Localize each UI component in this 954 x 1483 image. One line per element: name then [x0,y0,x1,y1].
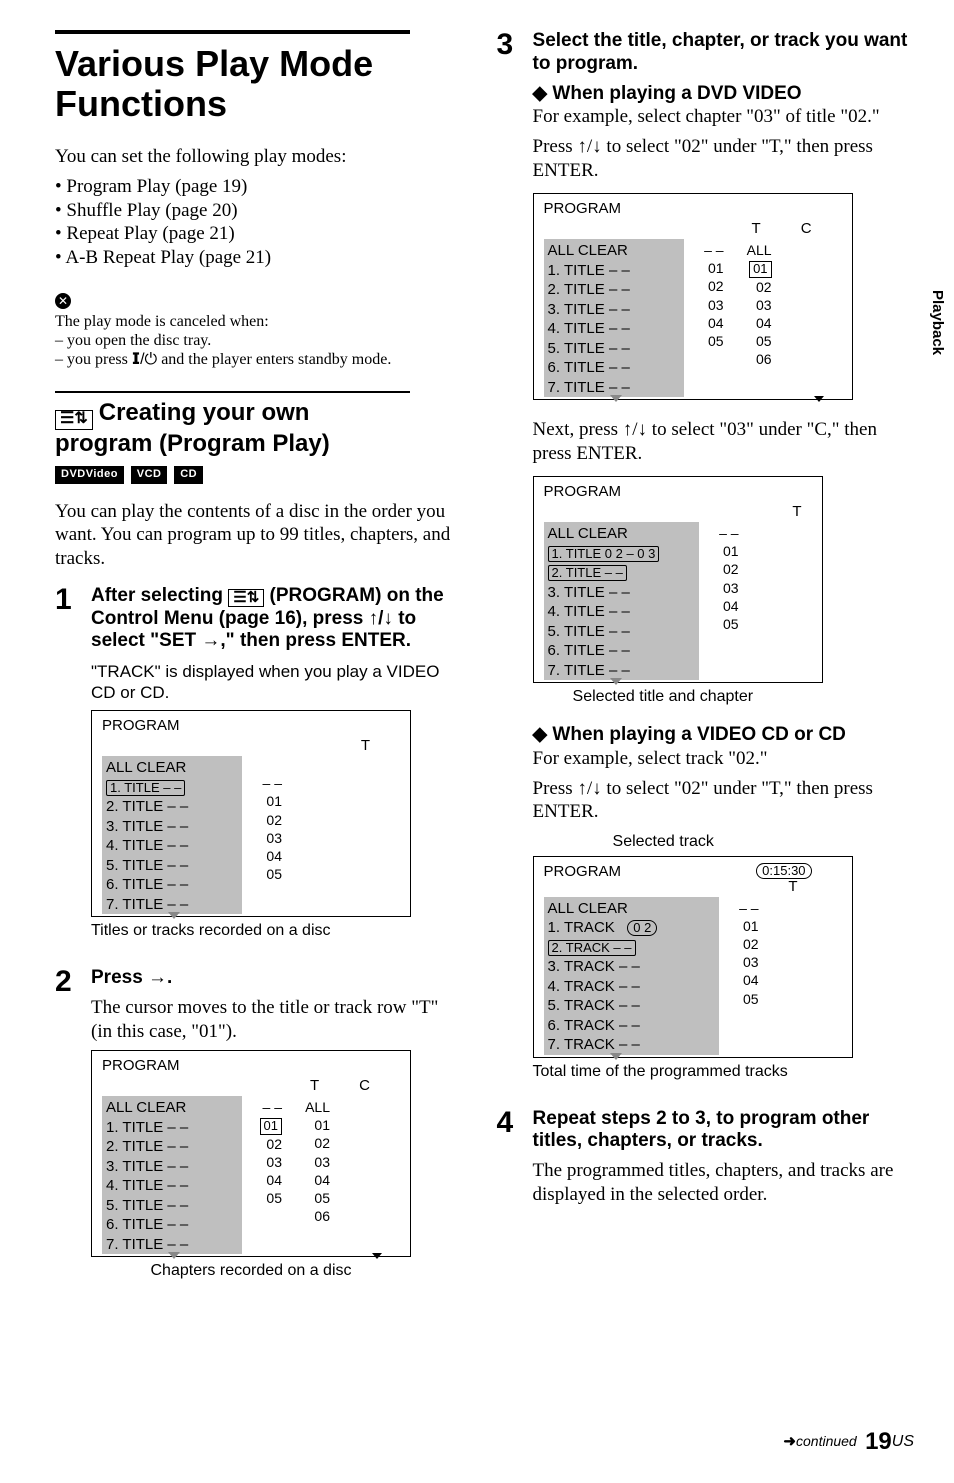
prog-intro: You can play the contents of a disc in t… [55,500,463,571]
screen-list: ALL CLEAR 1. TRACK 0 2 2. TRACK – – 3. T… [544,897,719,1055]
left-column: Various Play Mode Functions You can set … [55,30,463,1307]
mode-list: Program Play (page 19) Shuffle Play (pag… [55,175,463,270]
badge-cd: CD [174,466,203,484]
main-heading: Various Play Mode Functions [55,44,463,123]
caption: Total time of the programmed tracks [533,1062,914,1082]
caption: Selected track [613,832,914,852]
subheading: ☰⇅Creating your own program (Program Pla… [55,399,463,458]
body-text: Press ↑/↓ to select "02" under "T," then… [533,777,914,825]
mode-item: Repeat Play (page 21) [55,222,463,246]
screen-title: PROGRAM [102,1057,400,1076]
scroll-icon [168,912,180,919]
side-tab: Playback [927,290,946,355]
right-column: 3 Select the title, chapter, or track yo… [497,30,914,1307]
screen-program-5: PROGRAM 0:15:30 T ALL CLEAR 1. TRACK 0 2… [533,856,853,1058]
note-item: you open the disc tray. [55,331,463,350]
screen-program-1: PROGRAM T ALL CLEAR 1. TITLE – – 2. TITL… [91,710,411,918]
step-1: 1 After selecting ☰⇅ (PROGRAM) on the Co… [55,585,463,957]
step-number: 3 [497,30,533,60]
mode-item: Program Play (page 19) [55,175,463,199]
program-icon: ☰⇅ [228,589,264,608]
mode-item: A-B Repeat Play (page 21) [55,246,463,270]
screen-list: ALL CLEAR 1. TITLE – – 2. TITLE – – 3. T… [102,1096,242,1254]
note-intro: The play mode is canceled when: [55,313,269,330]
page-number: 19 [865,1428,892,1455]
note-item: you press 𝗜/⏻ and the player enters stan… [55,350,463,369]
screen-title: PROGRAM [544,863,622,882]
format-badges: DVDVideo VCD CD [55,460,463,484]
screen-title: PROGRAM [544,200,842,219]
arrow-icon: ➜ [783,1433,796,1450]
body-text: For example, select chapter "03" of titl… [533,105,914,129]
step-heading: After selecting ☰⇅ (PROGRAM) on the Cont… [91,585,463,653]
screen-col-c: ALL 01 02 03 04 05 06 [282,1096,330,1225]
screen-program-4: PROGRAM T ALL CLEAR 1. TITLE 0 2 – 0 3 2… [533,476,823,684]
screen-col-t: – – 01 02 03 04 05 [719,897,759,1008]
program-icon: ☰⇅ [55,410,93,430]
scroll-icon [814,396,824,402]
step-note: "TRACK" is displayed when you play a VID… [91,661,463,704]
mode-item: Shuffle Play (page 20) [55,199,463,223]
note-block: The play mode is canceled when: you open… [55,312,463,370]
body-text: For example, select track "02." [533,747,914,771]
screen-col-t: – – 01 02 03 04 05 [684,239,724,350]
caption: Titles or tracks recorded on a disc [91,921,463,941]
rule [55,391,410,393]
step-2: 2 Press →. The cursor moves to the title… [55,967,463,1297]
footer: ➜continued 19US [783,1427,914,1457]
highlighted-value: 01 [749,261,771,277]
scroll-icon [610,1053,622,1060]
step-number: 1 [55,585,91,615]
scroll-icon [372,1253,382,1259]
screen-col-t: – – 01 02 03 04 05 [699,522,739,633]
body-text: Next, press ↑/↓ to select "03" under "C,… [533,418,914,466]
highlighted-value: 01 [260,1118,282,1134]
screen-program-3: PROGRAM T C ALL CLEAR 1. TITLE – – 2. TI… [533,193,853,401]
screen-col-t: – – 01 02 03 04 05 [242,1096,282,1207]
screen-list: ALL CLEAR 1. TITLE 0 2 – 0 3 2. TITLE – … [544,522,699,680]
sub-heading: When playing a VIDEO CD or CD [533,723,914,747]
step-body-text: The cursor moves to the title or track r… [91,996,463,1044]
caption: Selected title and chapter [573,687,914,707]
power-icon: 𝗜/⏻ [132,351,157,368]
screen-title: PROGRAM [102,717,400,736]
body-text: Press ↑/↓ to select "02" under "T," then… [533,135,914,183]
step-number: 4 [497,1108,533,1138]
region-label: US [892,1433,914,1450]
step-3: 3 Select the title, chapter, or track yo… [497,30,914,1098]
intro: You can set the following play modes: [55,145,463,169]
badge-dvd: DVDVideo [55,466,124,484]
scroll-icon [610,678,622,685]
screen-col-t: – – 01 02 03 04 05 [242,756,282,883]
screen-list: ALL CLEAR 1. TITLE – – 2. TITLE – – 3. T… [544,239,684,397]
step-heading: Press →. [91,967,463,990]
step-4: 4 Repeat steps 2 to 3, to program other … [497,1108,914,1213]
sub-heading: When playing a DVD VIDEO [533,82,914,106]
body-text: The programmed titles, chapters, and tra… [533,1159,914,1207]
step-number: 2 [55,967,91,997]
highlighted-value: 0 2 [627,920,657,936]
step-heading: Select the title, chapter, or track you … [533,30,914,76]
note-icon: ✕ [55,293,71,309]
scroll-icon [610,395,622,402]
badge-vcd: VCD [131,466,168,484]
screen-col-c: ALL 01 02 03 04 05 06 [724,239,772,368]
screen-title: PROGRAM [544,483,812,502]
screen-list: ALL CLEAR 1. TITLE – – 2. TITLE – – 3. T… [102,756,242,914]
screen-program-2: PROGRAM T C ALL CLEAR 1. TITLE – – 2. TI… [91,1050,411,1258]
caption: Chapters recorded on a disc [91,1261,411,1281]
rule [55,30,410,34]
time-indicator: 0:15:30 [756,863,811,879]
step-heading: Repeat steps 2 to 3, to program other ti… [533,1108,914,1154]
scroll-icon [168,1252,180,1259]
